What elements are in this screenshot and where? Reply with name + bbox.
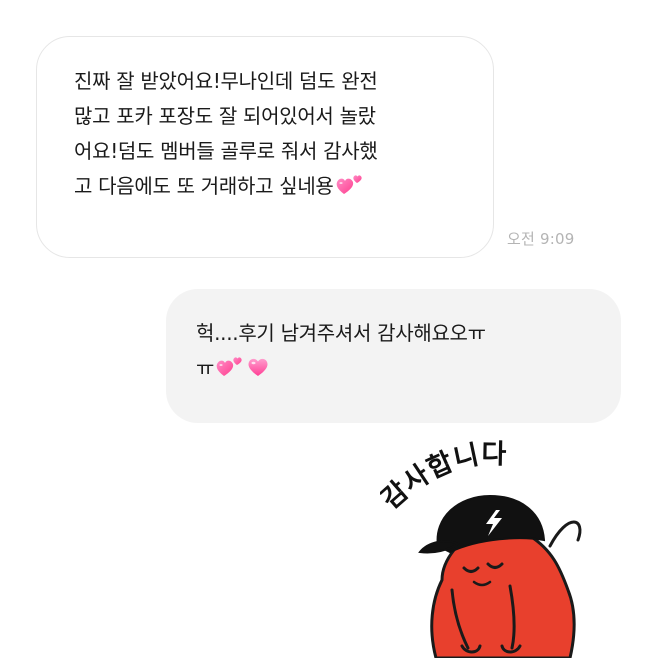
chat-screen: 진짜 잘 받았어요!무나인데 덤도 완전 많고 포카 포장도 잘 되어있어서 놀… — [0, 0, 658, 658]
sent-message-bubble[interactable]: 헉....후기 남겨주셔서 감사해요오ㅠ ㅠ — [166, 289, 621, 423]
message-line-last: 고 다음에도 또 거래하고 싶네용 — [74, 169, 493, 204]
message-line-last: ㅠ — [196, 351, 621, 386]
two-hearts-icon — [335, 172, 365, 207]
thank-you-sticker[interactable]: 감사합니다 — [375, 439, 658, 658]
message-line-text: 고 다음에도 또 거래하고 싶네용 — [74, 174, 334, 198]
message-line: 헉....후기 남겨주셔서 감사해요오ㅠ — [196, 321, 486, 345]
received-message-bubble[interactable]: 진짜 잘 받았어요!무나인데 덤도 완전 많고 포카 포장도 잘 되어있어서 놀… — [36, 36, 494, 258]
pink-heart-icon — [246, 354, 270, 389]
message-line-text: ㅠ — [196, 356, 215, 380]
two-hearts-icon — [215, 354, 245, 389]
message-line: 많고 포카 포장도 잘 되어있어서 놀랐 — [74, 104, 376, 128]
message-line: 진짜 잘 받았어요!무나인데 덤도 완전 — [74, 69, 378, 93]
message-timestamp: 오전 9:09 — [507, 230, 575, 248]
message-line: 어요!덤도 멤버들 골루로 줘서 감사했 — [74, 139, 378, 163]
